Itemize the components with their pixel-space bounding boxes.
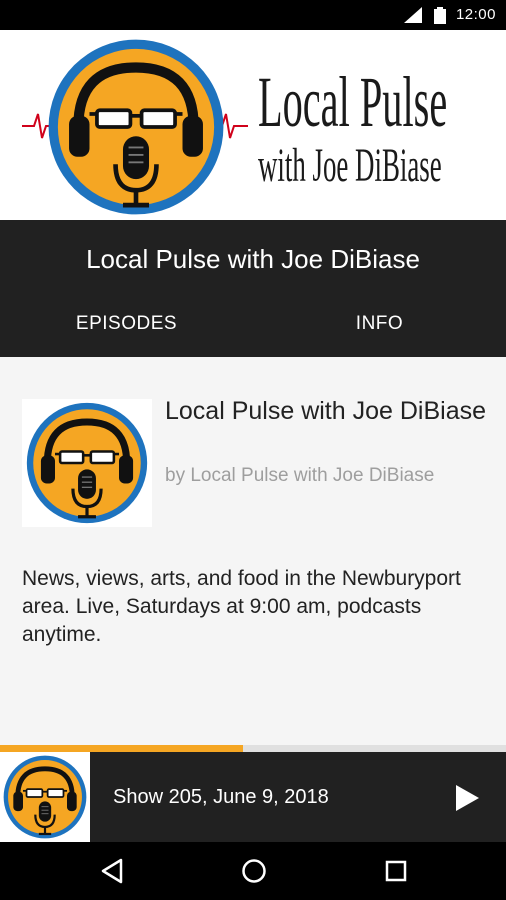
home-icon[interactable] [241, 858, 267, 889]
tab-bar: EPISODES INFO [0, 297, 506, 434]
play-icon[interactable] [454, 784, 480, 817]
banner-brand-title: Local Pulse [258, 62, 448, 142]
app-header: Local Pulse with Joe DiBiase EPISODES IN… [0, 220, 506, 434]
podcast-author: by Local Pulse with Joe DiBiase [165, 465, 435, 486]
status-time: 12:00 [455, 6, 496, 23]
tab-episodes[interactable]: EPISODES [0, 297, 253, 357]
banner-brand-subtitle: with Joe DiBiase [258, 139, 442, 192]
podcast-banner: Local Pulse with Joe DiBiase [0, 30, 506, 220]
podcast-artwork [22, 399, 152, 527]
mini-player[interactable]: Show 205, June 9, 2018 [0, 752, 506, 842]
now-playing-title: Show 205, June 9, 2018 [113, 786, 329, 808]
podcast-description: News, views, arts, and food in the Newbu… [22, 567, 461, 646]
back-icon[interactable] [100, 858, 124, 889]
system-nav-bar [0, 842, 506, 900]
podcast-title: Local Pulse with Joe DiBiase [165, 397, 486, 425]
status-bar: 12:00 [0, 0, 506, 30]
episode-thumbnail [0, 752, 90, 842]
podcast-logo [22, 34, 248, 220]
page-title: Local Pulse with Joe DiBiase [86, 244, 420, 274]
tab-info[interactable]: INFO [253, 297, 506, 357]
signal-icon [404, 7, 422, 28]
recents-icon[interactable] [384, 858, 408, 889]
info-panel: Local Pulse with Joe DiBiase by Local Pu… [0, 357, 506, 745]
playback-progress-fill [0, 745, 243, 752]
battery-icon [434, 7, 446, 29]
playback-progress-bar[interactable] [0, 745, 506, 752]
